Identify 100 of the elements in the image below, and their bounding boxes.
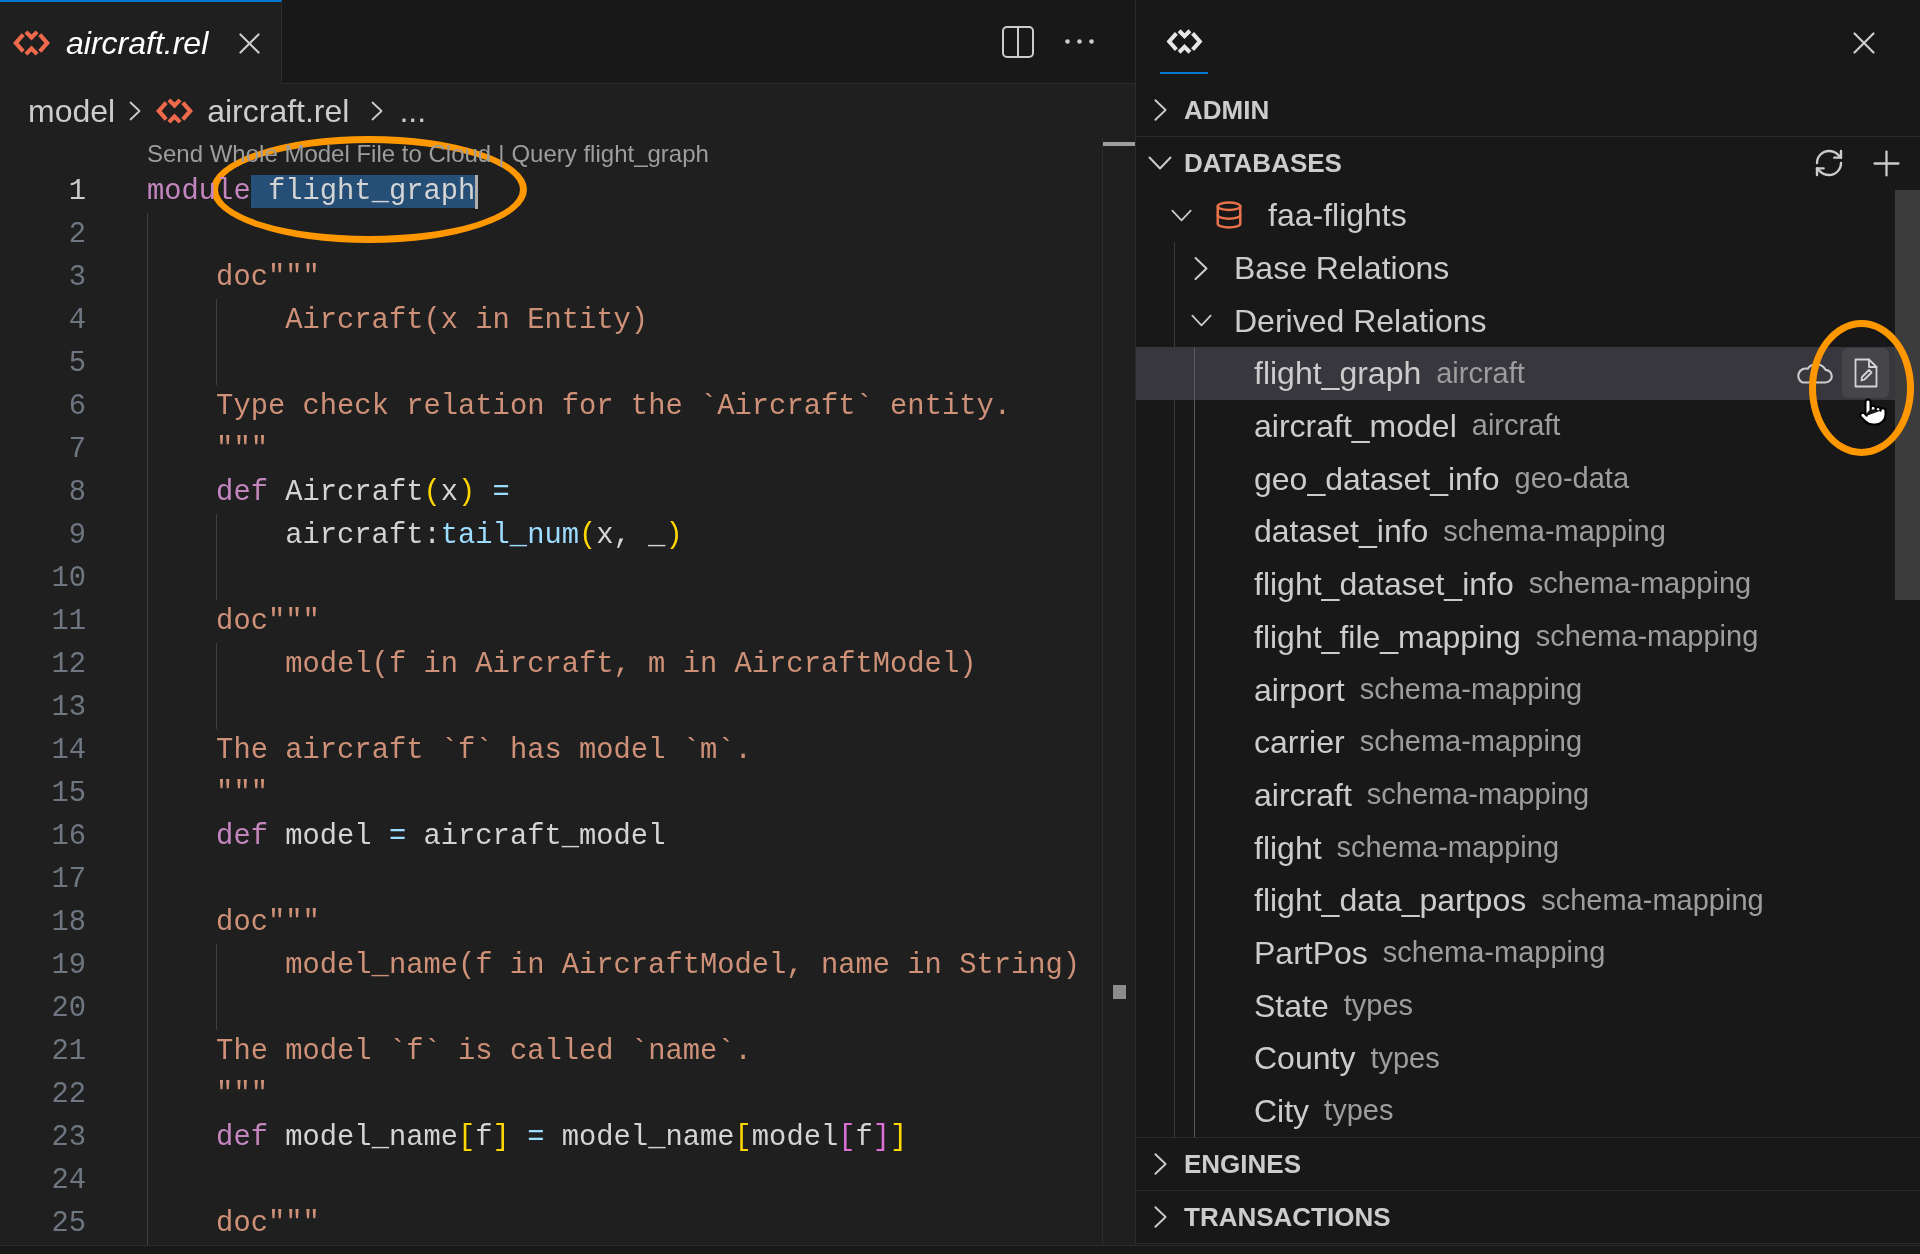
hand-pointer-icon bbox=[1858, 396, 1888, 428]
columns-icon bbox=[1002, 25, 1034, 58]
tree-item[interactable]: aircraft schema-mapping bbox=[1136, 768, 1895, 822]
tree-item-label: carrier bbox=[1254, 723, 1345, 763]
tree-item[interactable]: faa-flights bbox=[1136, 189, 1895, 242]
tree-item[interactable]: airport schema-mapping bbox=[1136, 663, 1895, 716]
chevron-right-icon bbox=[129, 101, 142, 121]
cursor-position-marker bbox=[1103, 142, 1135, 146]
code-line: The aircraft `f` has model `m`. bbox=[216, 733, 752, 768]
section-header[interactable]: ADMIN bbox=[1147, 90, 1270, 130]
tree-item-label: faa-flights bbox=[1268, 196, 1407, 236]
tree-item-label: geo_dataset_info bbox=[1254, 459, 1500, 499]
tree-item-description: schema-mapping bbox=[1359, 724, 1583, 760]
line-number: 18 bbox=[50, 905, 86, 940]
tree-item-description: schema-mapping bbox=[1336, 829, 1560, 865]
code-line: doc""" bbox=[216, 260, 320, 295]
code-line: """ bbox=[216, 432, 268, 467]
tree-item[interactable]: Base Relations bbox=[1136, 241, 1895, 295]
tree-item-description: types bbox=[1370, 1040, 1440, 1076]
logo-icon bbox=[1165, 27, 1203, 55]
tree-item[interactable]: PartPos schema-mapping bbox=[1136, 926, 1895, 980]
line-number: 23 bbox=[50, 1120, 86, 1155]
tree-item-description: schema-mapping bbox=[1535, 619, 1759, 655]
line-number: 9 bbox=[67, 518, 86, 553]
tree-item-label: dataset_info bbox=[1254, 512, 1429, 552]
tree-item-label: State bbox=[1254, 986, 1329, 1026]
code-line: Type check relation for the `Aircraft` entity. bbox=[216, 389, 1012, 424]
code-line: doc""" bbox=[216, 604, 320, 639]
tree-item-description: aircraft bbox=[1436, 355, 1525, 391]
tree-item-description: aircraft bbox=[1471, 408, 1561, 444]
tree-item-label: aircraft bbox=[1254, 775, 1352, 815]
code-line: def model = aircraft_model bbox=[216, 819, 666, 854]
line-number: 17 bbox=[50, 862, 86, 897]
cloud-icon bbox=[1796, 362, 1834, 384]
breadcrumb-item[interactable]: aircraft.rel bbox=[156, 87, 350, 135]
line-number: 22 bbox=[50, 1077, 86, 1112]
code-lens-link[interactable]: Query flight_graph bbox=[511, 136, 709, 172]
code-lens-separator: | bbox=[498, 139, 505, 169]
line-number: 20 bbox=[50, 991, 86, 1026]
line-number: 25 bbox=[50, 1206, 86, 1241]
tree-item-description: types bbox=[1343, 987, 1414, 1023]
code-line: doc""" bbox=[216, 905, 320, 940]
line-number: 6 bbox=[67, 389, 86, 424]
close-icon bbox=[1853, 32, 1875, 54]
tree-item[interactable]: City types bbox=[1136, 1084, 1895, 1138]
tree-item[interactable]: flight_data_partpos schema-mapping bbox=[1136, 873, 1895, 927]
tree-item-label: flight bbox=[1254, 828, 1322, 868]
tree-item[interactable]: flight_dataset_info schema-mapping bbox=[1136, 557, 1895, 611]
breadcrumb-label: aircraft.rel bbox=[207, 92, 350, 131]
line-number: 21 bbox=[50, 1034, 86, 1069]
tree-item-label: County bbox=[1254, 1039, 1356, 1079]
tree-item-label: Base Relations bbox=[1234, 249, 1450, 289]
close-icon bbox=[238, 32, 260, 54]
text-cursor bbox=[475, 174, 479, 209]
scrollbar-thumb[interactable] bbox=[1895, 190, 1920, 600]
code-line: aircraft:tail_num(x, _) bbox=[285, 518, 683, 553]
line-number: 13 bbox=[50, 690, 86, 725]
tree-item[interactable]: dataset_info schema-mapping bbox=[1136, 505, 1895, 558]
tree-item[interactable]: State types bbox=[1136, 979, 1895, 1032]
tree-item-label: Derived Relations bbox=[1234, 301, 1487, 341]
line-number: 14 bbox=[50, 733, 86, 768]
line-number: 19 bbox=[50, 948, 86, 983]
file-pencil-icon bbox=[1853, 358, 1878, 389]
tree-item[interactable]: aircraft_model aircraft bbox=[1136, 399, 1895, 453]
editor-tab[interactable]: aircraft.rel bbox=[0, 0, 282, 84]
tree-item[interactable]: carrier schema-mapping bbox=[1136, 715, 1895, 769]
tree-item[interactable]: flight_graph aircraft bbox=[1136, 347, 1895, 400]
split-editor-button[interactable] bbox=[1000, 23, 1036, 60]
tree-item-description: schema-mapping bbox=[1382, 935, 1606, 971]
code-line: """ bbox=[216, 776, 268, 811]
tree-item[interactable]: Derived Relations bbox=[1136, 294, 1895, 348]
database-icon bbox=[1214, 199, 1244, 232]
edit-file-button[interactable] bbox=[1842, 348, 1889, 399]
code-line: model_name(f in AircraftModel, name in String) bbox=[285, 948, 1081, 983]
section-header[interactable]: ENGINES bbox=[1147, 1144, 1302, 1184]
tree-item-label: airport bbox=[1254, 670, 1345, 710]
tree-item[interactable]: flight schema-mapping bbox=[1136, 821, 1895, 874]
breadcrumb-item[interactable]: model bbox=[28, 87, 116, 135]
tree-item[interactable]: geo_dataset_info geo-data bbox=[1136, 452, 1895, 506]
breadcrumb-item[interactable]: ... bbox=[399, 87, 427, 135]
add-button[interactable] bbox=[1870, 147, 1902, 179]
tree-item-description: schema-mapping bbox=[1541, 882, 1764, 918]
code-line: model(f in Aircraft, m in AircraftModel) bbox=[285, 647, 977, 682]
tree-item-label: flight_data_partpos bbox=[1254, 881, 1527, 921]
refresh-icon bbox=[1813, 147, 1845, 179]
code-line: Aircraft(x in Entity) bbox=[285, 303, 649, 338]
tree-item[interactable]: County types bbox=[1136, 1032, 1895, 1085]
line-number: 5 bbox=[67, 346, 86, 381]
section-header[interactable]: TRANSACTIONS bbox=[1147, 1197, 1391, 1237]
code-line: """ bbox=[216, 1077, 268, 1112]
section-header[interactable]: DATABASES bbox=[1147, 143, 1342, 183]
tree-item-label: PartPos bbox=[1254, 933, 1368, 973]
tree-item-description: schema-mapping bbox=[1359, 671, 1583, 707]
tree-item[interactable]: flight_file_mapping schema-mapping bbox=[1136, 610, 1895, 664]
line-number: 24 bbox=[50, 1163, 86, 1198]
tree-item-description: types bbox=[1324, 1093, 1394, 1129]
tree-item-label: flight_dataset_info bbox=[1254, 565, 1514, 605]
tree-item-label: aircraft_model bbox=[1254, 407, 1457, 447]
line-number: 1 bbox=[67, 174, 86, 209]
tree-item-label: flight_graph bbox=[1254, 354, 1422, 394]
